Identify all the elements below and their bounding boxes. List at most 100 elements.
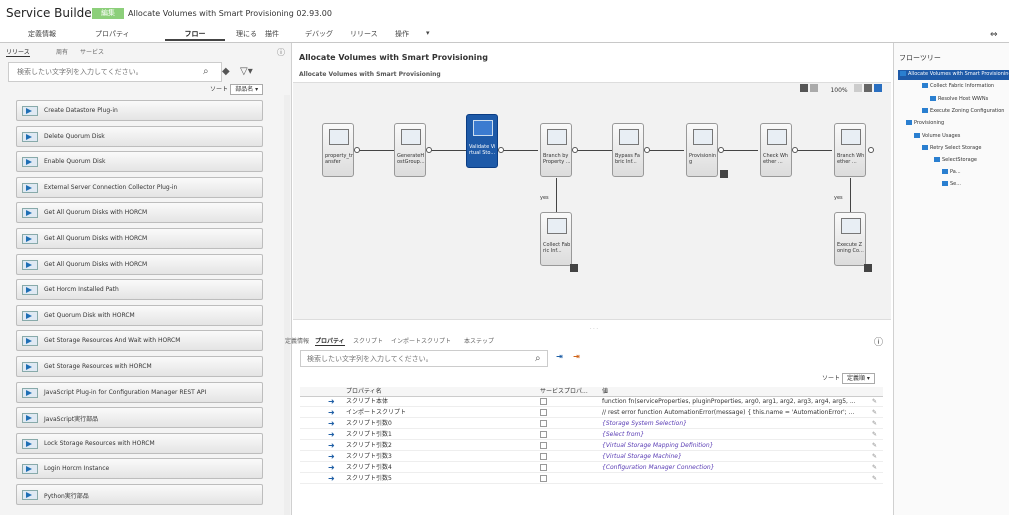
tab-shared[interactable]: 周有 [56,47,68,56]
connector-port[interactable] [498,147,504,153]
property-value[interactable]: // rest error function AutomationError(m… [602,408,857,417]
grid-icon[interactable] [864,84,873,92]
component-list-item[interactable]: Login Horcm Instance [16,458,263,480]
service-property-checkbox[interactable] [540,452,547,463]
tree-node[interactable]: Retry Select Storage [922,145,981,151]
service-property-checkbox[interactable] [540,419,547,430]
zoom-in-icon[interactable] [810,84,819,92]
component-search-input[interactable] [9,63,189,81]
tree-node[interactable]: Pa... [942,169,961,175]
table-row[interactable]: ➜ スクリプト引数5 ✎ [300,474,883,484]
tree-node[interactable]: Resolve Host WWNs [930,96,988,102]
service-property-checkbox[interactable] [540,441,547,452]
connector-port[interactable] [572,147,578,153]
table-row[interactable]: ➜ スクリプト引数1 {Select from} ✎ [300,430,883,440]
connector-port[interactable] [868,147,874,153]
tab-definition[interactable]: 定義情報 [285,336,309,345]
overview-icon[interactable] [874,84,883,92]
export-icon[interactable]: ⇥ [573,352,580,361]
tag-icon[interactable]: ◆ [222,66,230,77]
property-search-input[interactable] [301,351,531,366]
connector-port[interactable] [718,147,724,153]
edit-icon[interactable]: ✎ [872,474,877,483]
search-icon[interactable]: ⌕ [535,353,541,364]
flow-node[interactable]: Provisioning [686,123,718,177]
tree-node[interactable]: SelectStorage [934,157,977,163]
component-list-item[interactable]: Python実行部品 [16,484,263,505]
download-icon[interactable] [864,264,872,272]
property-value[interactable]: {Virtual Storage Mapping Definition} [602,441,857,450]
tab-script[interactable]: スクリプト [353,336,383,345]
service-property-checkbox[interactable] [540,463,547,474]
nav-operation[interactable]: 操作 [395,29,409,39]
zoom-out-icon[interactable] [800,84,808,92]
service-property-checkbox[interactable] [540,474,547,485]
import-icon[interactable]: ⇥ [556,352,563,361]
component-list-item[interactable]: Lock Storage Resources with HORCM [16,432,263,454]
edit-icon[interactable]: ✎ [872,430,877,439]
tab-property[interactable]: プロパティ [315,336,345,346]
property-value[interactable]: {Configuration Manager Connection} [602,463,857,472]
component-list-item[interactable]: Get Horcm Installed Path [16,279,263,301]
table-row[interactable]: ➜ スクリプト引数4 {Configuration Manager Connecti… [300,463,883,473]
tab-step[interactable]: 本ステップ [464,336,494,345]
nav-item-5[interactable]: 描件 [265,29,279,39]
download-icon[interactable] [570,264,578,272]
chevron-down-icon[interactable]: ▾ [426,29,430,37]
help-icon[interactable]: ⓘ [874,335,883,348]
tab-release[interactable]: リリース [6,47,30,57]
table-row[interactable]: ➜ スクリプト引数2 {Virtual Storage Mapping Defini… [300,441,883,451]
table-row[interactable]: ➜ スクリプト引数3 {Virtual Storage Machine} ✎ [300,452,883,462]
component-list-item[interactable]: Get Storage Resources with HORCM [16,356,263,377]
tree-node[interactable]: Se... [942,181,961,187]
tab-service[interactable]: サービス [80,47,104,56]
nav-flow[interactable]: フロー [165,29,225,41]
tree-node[interactable]: Execute Zoning Configuration [922,108,1004,114]
flow-node[interactable]: Execute Zoning Co... [834,212,866,266]
tree-node[interactable]: Provisioning [906,120,944,126]
edit-icon[interactable]: ✎ [872,452,877,461]
component-list-item[interactable]: Enable Quorum Disk [16,151,263,173]
property-value[interactable]: {Virtual Storage Machine} [602,452,857,461]
component-list-item[interactable]: Get All Quorum Disks with HORCM [16,202,263,224]
tree-node[interactable]: Allocate Volumes with Smart Provisioning [900,71,1009,77]
search-icon[interactable]: ⌕ [203,66,209,77]
tab-import-script[interactable]: インポートスクリプト [391,336,451,345]
breadcrumb[interactable]: Allocate Volumes with Smart Provisioning [299,71,441,78]
tree-node[interactable]: Collect Fabric Information [922,83,994,89]
sort-select[interactable]: 部品名 ▾ [230,84,264,95]
nav-debug[interactable]: デバッグ [305,29,333,39]
flow-node[interactable]: Branch Whether ... [834,123,866,177]
service-property-checkbox[interactable] [540,397,547,408]
tree-node[interactable]: Volume Usages [914,133,960,139]
nav-definition[interactable]: 定義情報 [28,29,56,39]
component-list-item[interactable]: Get Storage Resources And Wait with HORC… [16,330,263,352]
property-value[interactable]: {Select from} [602,430,857,439]
component-list-item[interactable]: External Server Connection Collector Plu… [16,176,263,198]
property-value[interactable]: function fn(serviceProperties, pluginPro… [602,397,857,406]
help-icon[interactable]: ⓘ [277,47,285,58]
connector-port[interactable] [354,147,360,153]
property-value[interactable]: {Storage System Selection} [602,419,857,428]
nav-item-4[interactable]: 理にる [236,29,257,39]
table-row[interactable]: ➜ スクリプト引数0 {Storage System Selection} ✎ [300,419,883,429]
component-list-item[interactable]: Get All Quorum Disks with HORCM [16,253,263,275]
flow-node[interactable]: Collect Fabric Inf... [540,212,572,266]
component-list-item[interactable]: JavaScript Plug-in for Configuration Man… [16,381,263,403]
filter-icon[interactable]: ▽▾ [240,66,253,77]
component-list-item[interactable]: JavaScript実行部品 [16,407,263,429]
download-icon[interactable] [720,170,728,178]
component-list-item[interactable]: Get Quorum Disk with HORCM [16,304,263,326]
table-row[interactable]: ➜ スクリプト本体 function fn(serviceProperties, p… [300,397,883,407]
flow-node[interactable]: Branch by Property ... [540,123,572,177]
edit-icon[interactable]: ✎ [872,441,877,450]
flow-node[interactable]: Validate Virtual Sto... [466,114,498,168]
edit-icon[interactable]: ✎ [872,419,877,428]
fit-icon[interactable] [853,84,862,92]
flow-node[interactable]: property_transfer [322,123,354,177]
connector-port[interactable] [792,147,798,153]
component-list-item[interactable]: Delete Quorum Disk [16,125,263,147]
edit-icon[interactable]: ✎ [872,408,877,417]
service-property-checkbox[interactable] [540,430,547,441]
flow-node[interactable]: Bypass Fabric Inf... [612,123,644,177]
